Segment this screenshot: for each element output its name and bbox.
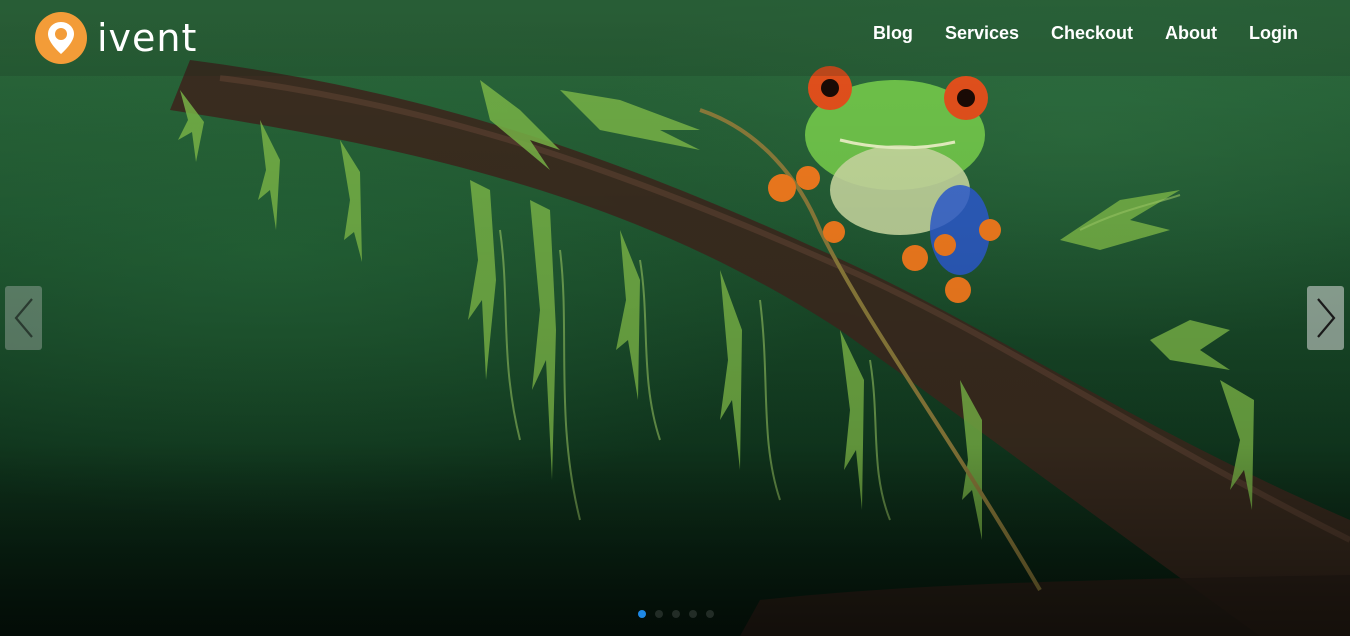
nav-link-blog[interactable]: Blog xyxy=(873,23,913,44)
carousel-prev-button[interactable] xyxy=(5,286,42,350)
map-pin-icon xyxy=(35,12,87,64)
carousel-indicators xyxy=(638,610,714,618)
brand-logo[interactable]: ivent xyxy=(35,12,197,64)
nav-link-about[interactable]: About xyxy=(1165,23,1217,44)
chevron-left-icon xyxy=(14,298,33,338)
hero-carousel: ivent Blog Services Checkout About Login xyxy=(0,0,1350,636)
chevron-right-icon xyxy=(1316,298,1335,338)
carousel-dot-3[interactable] xyxy=(672,610,680,618)
nav-link-login[interactable]: Login xyxy=(1249,23,1298,44)
carousel-next-button[interactable] xyxy=(1307,286,1344,350)
brand-name: ivent xyxy=(97,16,198,60)
main-nav: Blog Services Checkout About Login xyxy=(873,23,1298,44)
carousel-dot-4[interactable] xyxy=(689,610,697,618)
hero-slide-image xyxy=(0,0,1350,636)
top-navbar: ivent Blog Services Checkout About Login xyxy=(0,0,1350,76)
carousel-dot-5[interactable] xyxy=(706,610,714,618)
nav-link-checkout[interactable]: Checkout xyxy=(1051,23,1133,44)
carousel-dot-1[interactable] xyxy=(638,610,646,618)
carousel-dot-2[interactable] xyxy=(655,610,663,618)
nav-link-services[interactable]: Services xyxy=(945,23,1019,44)
